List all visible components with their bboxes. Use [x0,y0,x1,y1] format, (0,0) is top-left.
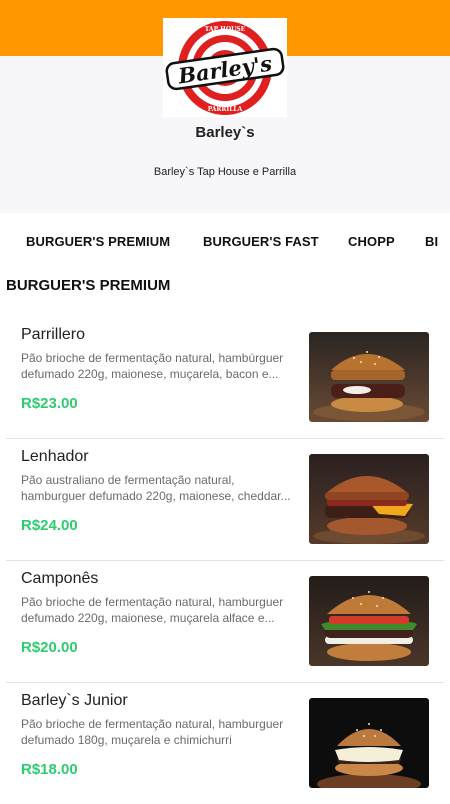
item-photo[interactable] [309,454,429,544]
item-photo[interactable] [309,332,429,422]
item-description: Pão brioche de fermentação natural, hamb… [21,351,284,381]
item-description: Pão brioche de fermentação natural, hamb… [21,717,284,747]
store-name: Barley`s [195,124,255,141]
item-price: R$23.00 [21,395,78,412]
item-name: Lenhador [21,448,89,465]
tab-chopp[interactable]: CHOPP [348,234,395,249]
tab-next-category[interactable]: BI [425,234,438,249]
item-price: R$20.00 [21,639,78,656]
store-logo: TAP HOUSE PARRILLA Barley's [163,18,287,117]
item-price: R$18.00 [21,761,78,778]
category-nav[interactable]: BURGUER'S PREMIUM BURGUER'S FAST CHOPP B… [0,213,450,271]
menu-item[interactable]: Barley`s Junior Pão brioche de fermentaç… [6,682,444,804]
logo-bottom-text: PARRILLA [208,106,243,113]
logo-top-text: TAP HOUSE [205,26,246,33]
menu-item[interactable]: Lenhador Pão australiano de fermentação … [6,438,444,560]
store-header: TAP HOUSE PARRILLA Barley's Barley`s Bar… [0,0,450,213]
item-description: Pão australiano de fermentação natural, … [21,473,291,503]
item-name: Parrillero [21,326,86,343]
item-photo[interactable] [309,576,429,666]
item-name: Barley`s Junior [21,692,128,709]
tab-burguers-fast[interactable]: BURGUER'S FAST [203,234,319,249]
section-title: BURGUER'S PREMIUM [6,277,171,294]
item-photo[interactable] [309,698,429,788]
item-price: R$24.00 [21,517,78,534]
tab-burguers-premium[interactable]: BURGUER'S PREMIUM [26,234,170,249]
menu-item[interactable]: Camponês Pão brioche de fermentação natu… [6,560,444,682]
store-description: Barley`s Tap House e Parrilla [153,166,297,178]
item-name: Camponês [21,570,99,587]
item-description: Pão brioche de fermentação natural, hamb… [21,595,284,625]
menu-item[interactable]: Parrillero Pão brioche de fermentação na… [6,316,444,438]
